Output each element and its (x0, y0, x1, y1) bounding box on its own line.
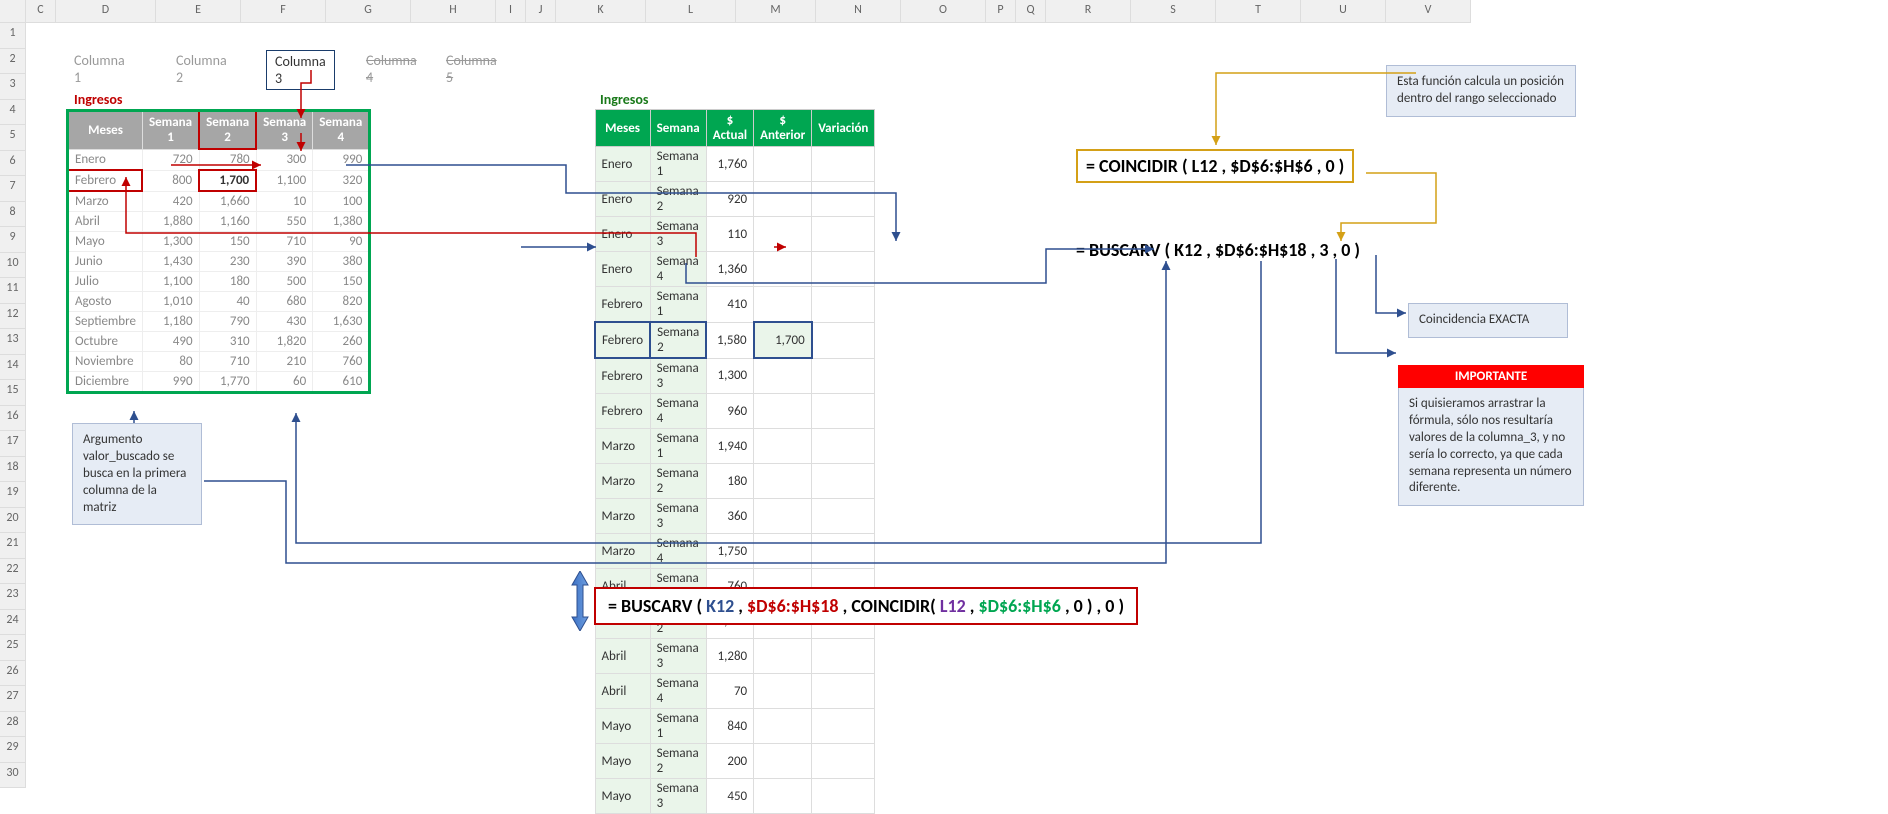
table-actual: MesesSemana$ Actual$ AnteriorVariaciónEn… (594, 109, 875, 814)
bc1: , (966, 595, 979, 617)
formula-buscarv: = BUSCARV ( K12 , $D$6:$H$18 , 3 , 0 ) (1076, 239, 1360, 261)
b1: L12 (936, 595, 966, 617)
formula-bottom: = BUSCARV ( K12 , $D$6:$H$18 , COINCIDIR… (594, 587, 1138, 625)
eq: = (1086, 155, 1099, 177)
close: ) (1350, 239, 1360, 261)
importante-title: IMPORTANTE (1398, 365, 1584, 388)
fn-text: COINCIDIR ( L12 , $D$6:$H$6 , 0 ) (1099, 155, 1344, 177)
row-headers: 1234567891011121314151617181920212223242… (0, 0, 26, 788)
tab-col5[interactable]: Columna 5 (446, 52, 497, 86)
a2: $D$6:$H$18 (1215, 239, 1307, 261)
table-anterior: MesesSemana 1Semana 2Semana 3Semana 4Ene… (66, 109, 371, 394)
c2: , (1307, 239, 1320, 261)
c4: , (1092, 595, 1105, 617)
close: ) (1114, 595, 1124, 617)
a2: $D$6:$H$18 (747, 595, 839, 617)
a4: 0 (1341, 239, 1350, 261)
c1: , (1202, 239, 1215, 261)
note-argumento: Argumento valor_buscado se busca en la p… (72, 423, 202, 525)
c3: , (1328, 239, 1341, 261)
double-arrow-icon (570, 571, 590, 631)
eq: = (608, 595, 621, 617)
fn2: COINCIDIR( (851, 595, 935, 617)
b2: $D$6:$H$6 (978, 595, 1060, 617)
importante-text: Si quisieramos arrastrar la fórmula, sól… (1398, 388, 1584, 506)
tab-col4[interactable]: Columna 4 (366, 52, 417, 86)
col-headers: CDEFGHIJKLMNOPQRSTUV (26, 0, 1471, 23)
tab-col3-active[interactable]: Columna 3 (266, 50, 335, 90)
b3: 0 (1074, 595, 1083, 617)
note-coincidir: Esta función calcula un posición dentro … (1386, 65, 1576, 117)
tab-col2[interactable]: Columna 2 (176, 52, 227, 86)
a1: K12 (1174, 239, 1202, 261)
open: ( (1160, 239, 1174, 261)
c1: , (734, 595, 747, 617)
tab-col1[interactable]: Columna 1 (74, 52, 125, 86)
c2: , (839, 595, 852, 617)
note-exacta: Coincidencia EXACTA (1408, 303, 1568, 338)
bc2: , (1061, 595, 1074, 617)
fn: BUSCARV (1089, 239, 1160, 261)
eq: = (1076, 239, 1089, 261)
a1: K12 (706, 595, 734, 617)
fn: BUSCARV (621, 595, 692, 617)
importante-box: IMPORTANTE Si quisieramos arrastrar la f… (1398, 365, 1584, 506)
open: ( (692, 595, 706, 617)
formula-coincidir: = COINCIDIR ( L12 , $D$6:$H$6 , 0 ) (1076, 149, 1354, 183)
